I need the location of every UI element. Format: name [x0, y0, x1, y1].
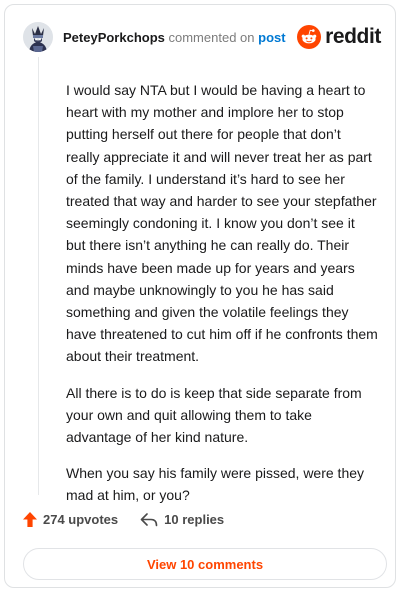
reply-arrow-icon [140, 512, 158, 526]
upvote-count: 274 upvotes [43, 512, 119, 527]
comment-paragraph: When you say his family were pissed, wer… [66, 465, 365, 504]
replies-button[interactable]: 10 replies [140, 512, 224, 527]
comment-body: I would say NTA but I would be having a … [66, 79, 378, 507]
upvote-button[interactable]: 274 upvotes [23, 512, 118, 527]
reddit-alien-icon [297, 25, 322, 49]
post-link[interactable]: post [258, 30, 285, 45]
wizard-avatar-icon [23, 22, 53, 52]
view-comments-button[interactable]: View 10 comments [23, 548, 387, 580]
reddit-wordmark: reddit [325, 25, 381, 48]
reddit-logo[interactable]: reddit [297, 25, 381, 49]
comment-card: PeteyPorkchops commented on post reddit … [4, 4, 396, 588]
commented-on-text: commented on [168, 29, 255, 45]
comment-meta: PeteyPorkchops commented on post [63, 30, 286, 45]
avatar[interactable] [23, 22, 53, 52]
comment-paragraph: I would say NTA but I would be having a … [66, 82, 378, 365]
reply-count: 10 replies [164, 512, 225, 527]
thread-line [38, 57, 39, 495]
comment-header: PeteyPorkchops commented on post reddit [23, 19, 381, 55]
username-link[interactable]: PeteyPorkchops [63, 30, 165, 45]
upvote-arrow-icon [23, 512, 37, 527]
comment-paragraph: All there is to do is keep that side sep… [66, 384, 362, 446]
comment-actions: 274 upvotes 10 replies [23, 512, 224, 527]
